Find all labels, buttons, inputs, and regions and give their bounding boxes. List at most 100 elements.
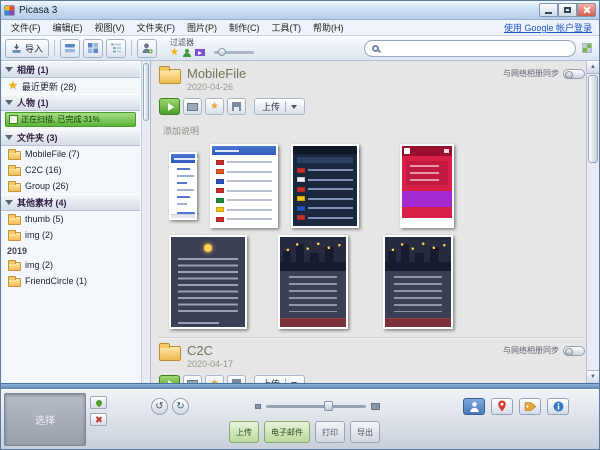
photo-thumbnail-4[interactable] <box>400 144 454 228</box>
sidebar-item-thumb[interactable]: thumb (5) <box>1 211 140 227</box>
sidebar-header-people[interactable]: 人物 (1) <box>1 94 140 111</box>
maximize-button[interactable] <box>558 3 577 17</box>
sidebar-header-other[interactable]: 其他素材 (4) <box>1 194 140 211</box>
divider <box>54 40 55 56</box>
menu-picture[interactable]: 图片(P) <box>181 20 223 35</box>
rotate-ccw-button[interactable]: ↺ <box>151 398 168 415</box>
import-button[interactable]: 导入 <box>5 39 49 58</box>
clear-selection-button[interactable] <box>90 413 107 426</box>
thumbnail-art <box>402 146 452 156</box>
menu-tools[interactable]: 工具(T) <box>266 20 308 35</box>
play-slideshow-button[interactable] <box>159 98 180 115</box>
photo-thumbnail-5[interactable] <box>169 235 247 329</box>
minimize-button[interactable] <box>539 3 558 17</box>
sidebar-item-mobilefile[interactable]: MobileFile (7) <box>1 146 140 162</box>
sidebar-header-albums[interactable]: 相册 (1) <box>1 61 140 78</box>
zoom-out-icon[interactable] <box>255 404 261 409</box>
upload-button[interactable]: 上传 <box>254 98 305 115</box>
scroll-up-button[interactable]: ▲ <box>587 61 599 74</box>
zoom-in-icon[interactable] <box>371 403 380 410</box>
main-scrollbar-thumb[interactable] <box>588 75 598 163</box>
sidebar-item-group[interactable]: Group (26) <box>1 178 140 194</box>
flat-view-button[interactable] <box>83 39 103 58</box>
menu-view[interactable]: 视图(V) <box>89 20 131 35</box>
filter-date-slider[interactable] <box>214 51 254 54</box>
sidebar-header-label: 相册 (1) <box>17 63 49 76</box>
thumbnail-art <box>297 206 353 211</box>
arrow-up-icon: ▲ <box>590 64 596 70</box>
main-scrollbar[interactable]: ▲ ▼ <box>586 61 599 383</box>
add-caption-text[interactable]: 添加说明 <box>163 124 585 137</box>
star-filter-button[interactable]: ★ <box>205 375 224 383</box>
photo-thumbnail-7[interactable] <box>383 235 453 329</box>
sidebar-item-img[interactable]: img (2) <box>1 227 140 243</box>
thumbnail-art <box>293 146 357 226</box>
photo-thumbnail-2[interactable] <box>210 144 278 228</box>
sidebar-item-friendcircle[interactable]: FriendCircle (1) <box>1 273 140 289</box>
google-login-link[interactable]: 使用 Google 帐户登录 <box>504 21 595 34</box>
photo-thumbnail-3[interactable] <box>291 144 359 228</box>
people-panel-button[interactable] <box>463 398 485 415</box>
email-button[interactable]: 电子邮件 <box>264 421 310 443</box>
filter-date-slider-knob[interactable] <box>218 48 226 56</box>
tree-view-icon <box>110 42 122 54</box>
menu-help[interactable]: 帮助(H) <box>307 20 350 35</box>
city-skyline-art <box>385 237 451 271</box>
thumbnail-art <box>293 146 357 154</box>
sidebar-item-label: img (2) <box>25 230 53 240</box>
slideshow-button[interactable] <box>183 98 202 115</box>
hold-selection-button[interactable] <box>90 396 107 409</box>
star-filter-button[interactable]: ★ <box>205 98 224 115</box>
rotate-cw-button[interactable]: ↻ <box>172 398 189 415</box>
export-button[interactable]: 导出 <box>350 421 380 443</box>
titlebar[interactable]: Picasa 3 <box>1 1 599 20</box>
zoom-slider-knob[interactable] <box>324 401 333 411</box>
scroll-down-button[interactable]: ▼ <box>587 370 599 383</box>
bottom-upload-button[interactable]: 上传 <box>229 421 259 443</box>
sidebar-item-c2c[interactable]: C2C (16) <box>1 162 140 178</box>
save-button[interactable] <box>227 375 246 383</box>
play-slideshow-button[interactable] <box>159 375 180 383</box>
photo-thumbnail-1[interactable] <box>169 152 197 220</box>
photo-tray[interactable]: 选择 <box>4 393 86 446</box>
menu-folder[interactable]: 文件夹(F) <box>131 20 182 35</box>
thumbnail-art <box>385 318 451 327</box>
filter-starred-icon[interactable]: ★ <box>170 48 179 58</box>
thumbnail-art <box>216 207 272 212</box>
geotag-button[interactable] <box>491 398 513 415</box>
upload-button[interactable]: 上传 <box>254 375 305 383</box>
slideshow-button[interactable] <box>183 375 202 383</box>
thumbnail-art <box>177 168 190 170</box>
sidebar-item-recent[interactable]: ★最近更新 (28) <box>1 78 140 94</box>
folder-view-button[interactable] <box>60 39 80 58</box>
web-sync-toggle[interactable] <box>563 69 585 79</box>
save-button[interactable] <box>227 98 246 115</box>
face-scan-label: 正在扫描, 已完成 31% <box>21 114 100 125</box>
tags-button[interactable] <box>519 398 541 415</box>
menu-edit[interactable]: 编辑(E) <box>47 20 89 35</box>
menu-create[interactable]: 制作(C) <box>223 20 266 35</box>
sidebar-scrollbar[interactable] <box>141 61 150 383</box>
search-box[interactable] <box>364 40 576 57</box>
print-button[interactable]: 打印 <box>315 421 345 443</box>
sidebar-scrollbar-thumb[interactable] <box>143 63 149 121</box>
tree-view-button[interactable] <box>106 39 126 58</box>
filter-faces-icon[interactable] <box>183 49 191 57</box>
menu-file[interactable]: 文件(F) <box>5 20 47 35</box>
sidebar-header-folders[interactable]: 文件夹 (3) <box>1 129 140 146</box>
person-icon <box>469 401 480 412</box>
thumbnail-art <box>212 146 276 226</box>
close-button[interactable] <box>577 3 596 17</box>
people-view-button[interactable] <box>137 39 157 58</box>
filter-video-icon[interactable] <box>195 49 205 56</box>
photo-thumbnail-6[interactable] <box>278 235 348 329</box>
layout-grid-icon[interactable] <box>582 43 592 53</box>
zoom-slider[interactable] <box>266 405 366 408</box>
disk-icon <box>232 102 241 111</box>
folder-title[interactable]: MobileFile <box>187 66 246 81</box>
sidebar-item-img-2019[interactable]: img (2) <box>1 257 140 273</box>
folder-title[interactable]: C2C <box>187 343 233 358</box>
properties-button[interactable] <box>547 398 569 415</box>
web-sync-toggle[interactable] <box>563 346 585 356</box>
search-input[interactable] <box>384 43 568 53</box>
